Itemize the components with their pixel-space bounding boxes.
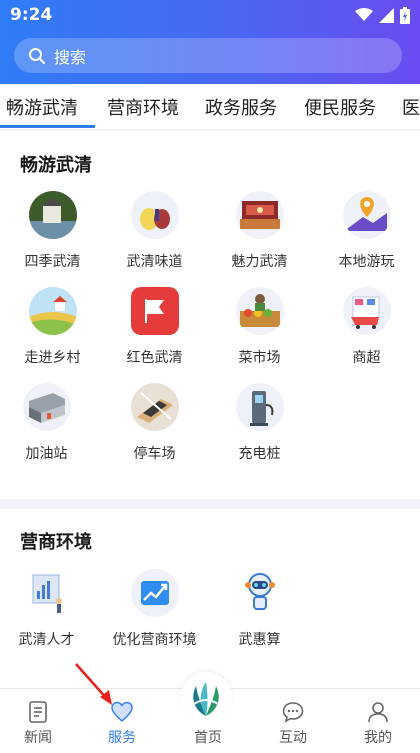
supermarket-icon <box>342 287 391 335</box>
nav-label: 互动 <box>279 730 307 746</box>
nav-label: 首页 <box>194 730 222 746</box>
grid-label: 武惠算 <box>238 632 281 648</box>
home-logo-icon <box>193 682 219 716</box>
stage-icon <box>235 191 284 239</box>
search-icon <box>29 47 45 64</box>
parking-icon <box>130 383 179 431</box>
section-title: 营商环境 <box>20 532 92 553</box>
growth-chart-icon <box>130 569 179 617</box>
section-changyou: 畅游武清 四季武清 武清味道 魅力武清 本地游玩 走进乡村 红色武清 菜市场 商… <box>0 131 420 499</box>
gas-station-icon <box>22 383 71 431</box>
grid-item-wuhuisuan[interactable]: 武惠算 <box>207 569 312 649</box>
tab-yingshang[interactable]: 营商环境 <box>107 94 179 120</box>
grid-item-shangchao[interactable]: 商超 <box>314 287 419 367</box>
nav-label: 服务 <box>108 730 136 746</box>
food-icon <box>130 191 179 239</box>
grid-item-tingchechang[interactable]: 停车场 <box>102 383 207 463</box>
grid-label: 商超 <box>352 350 381 366</box>
map-pin-icon <box>342 191 391 239</box>
grid-item-hongse[interactable]: 红色武清 <box>102 287 207 367</box>
village-icon <box>28 287 77 335</box>
grid-item-xiangcun[interactable]: 走进乡村 <box>0 287 105 367</box>
robot-icon <box>236 569 284 617</box>
grid-item-chongdianzhuang[interactable]: 充电桩 <box>207 383 312 463</box>
active-tab-indicator <box>0 125 95 128</box>
grid-label: 四季武清 <box>24 254 81 270</box>
grid-label: 菜市场 <box>238 350 281 366</box>
home-logo-button[interactable] <box>180 672 232 724</box>
grid-item-caishichang[interactable]: 菜市场 <box>207 287 312 367</box>
tab-zhengwu[interactable]: 政务服务 <box>205 94 277 120</box>
wifi-icon <box>355 8 373 21</box>
tab-bianmin[interactable]: 便民服务 <box>304 94 376 120</box>
grid-item-meili[interactable]: 魅力武清 <box>207 191 312 271</box>
section-yingshang: 营商环境 武清人才 优化营商环境 武惠算 <box>0 509 420 688</box>
grid-label: 优化营商环境 <box>112 632 197 648</box>
grid-label: 魅力武清 <box>231 254 288 270</box>
status-icons <box>355 6 410 24</box>
grid-label: 武清味道 <box>126 254 183 270</box>
battery-icon <box>400 6 410 24</box>
grid-label: 红色武清 <box>126 350 183 366</box>
grid-label: 走进乡村 <box>24 350 81 366</box>
charging-pile-icon <box>235 383 284 431</box>
grid-item-rencai[interactable]: 武清人才 <box>0 569 99 649</box>
nav-mine[interactable]: 我的 <box>336 689 420 753</box>
category-tabs: 畅游武清 营商环境 政务服务 便民服务 医 <box>0 84 420 129</box>
status-bar: 9:24 <box>0 0 420 30</box>
red-flag-icon <box>130 287 179 335</box>
signal-icon <box>379 7 394 23</box>
grid-label: 停车场 <box>133 446 176 462</box>
nav-service[interactable]: 服务 <box>80 689 164 753</box>
grid-item-jiayouzhan[interactable]: 加油站 <box>0 383 99 463</box>
app-header: 9:24 搜索 <box>0 0 420 84</box>
nav-interact[interactable]: 互动 <box>251 689 335 753</box>
search-bar[interactable]: 搜索 <box>14 38 402 73</box>
vegetable-market-icon <box>235 287 284 335</box>
heart-icon <box>111 701 133 722</box>
grid-label: 武清人才 <box>18 632 75 648</box>
grid-item-bendi[interactable]: 本地游玩 <box>314 191 419 271</box>
grid-item-weidao[interactable]: 武清味道 <box>102 191 207 271</box>
talent-icon <box>23 569 71 617</box>
tab-yi[interactable]: 医 <box>402 94 420 120</box>
nav-label: 新闻 <box>24 730 52 746</box>
nav-label: 我的 <box>364 730 392 746</box>
chat-icon <box>282 702 304 723</box>
grid-label: 充电桩 <box>238 446 281 462</box>
news-icon <box>29 701 47 723</box>
section-title: 畅游武清 <box>20 155 92 176</box>
scenery-icon <box>28 191 77 239</box>
grid-label: 本地游玩 <box>338 254 395 270</box>
status-time: 9:24 <box>10 5 53 25</box>
grid-item-youhua[interactable]: 优化营商环境 <box>102 569 207 649</box>
user-icon <box>368 702 388 723</box>
tab-changyou[interactable]: 畅游武清 <box>6 94 78 120</box>
search-input[interactable]: 搜索 <box>54 44 86 68</box>
grid-item-siji[interactable]: 四季武清 <box>0 191 105 271</box>
grid-label: 加油站 <box>25 446 68 462</box>
nav-news[interactable]: 新闻 <box>0 689 80 753</box>
